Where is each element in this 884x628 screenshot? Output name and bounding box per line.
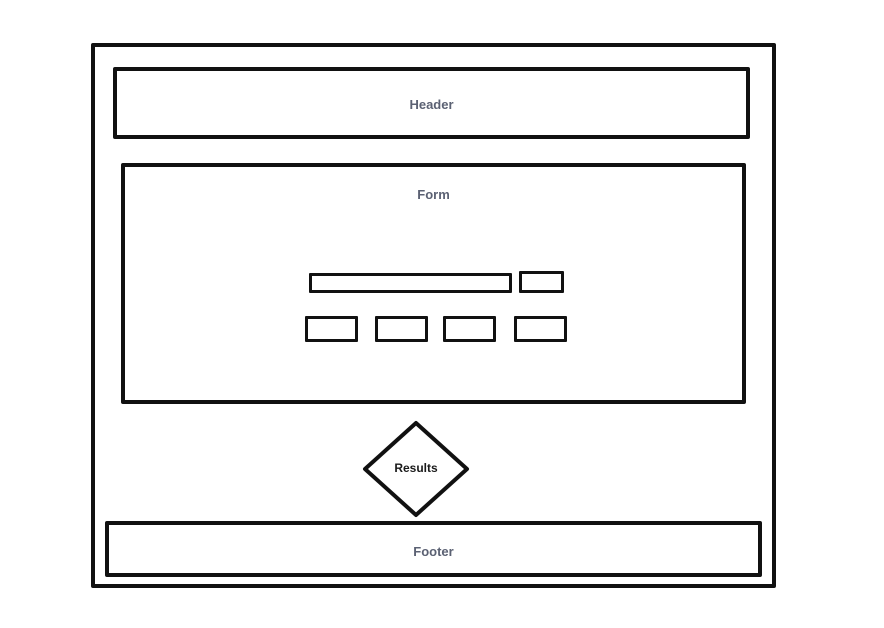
option-button-4[interactable] bbox=[514, 316, 567, 342]
option-button-1[interactable] bbox=[305, 316, 358, 342]
results-label: Results bbox=[394, 461, 438, 475]
header-label: Header bbox=[409, 97, 454, 112]
search-input-placeholder[interactable] bbox=[309, 273, 512, 293]
form-label: Form bbox=[417, 187, 450, 202]
option-button-3[interactable] bbox=[443, 316, 496, 342]
header-section: Header bbox=[113, 67, 750, 139]
footer-label: Footer bbox=[413, 544, 454, 559]
footer-section: Footer bbox=[105, 521, 762, 577]
submit-button-placeholder[interactable] bbox=[519, 271, 564, 293]
option-button-2[interactable] bbox=[375, 316, 428, 342]
